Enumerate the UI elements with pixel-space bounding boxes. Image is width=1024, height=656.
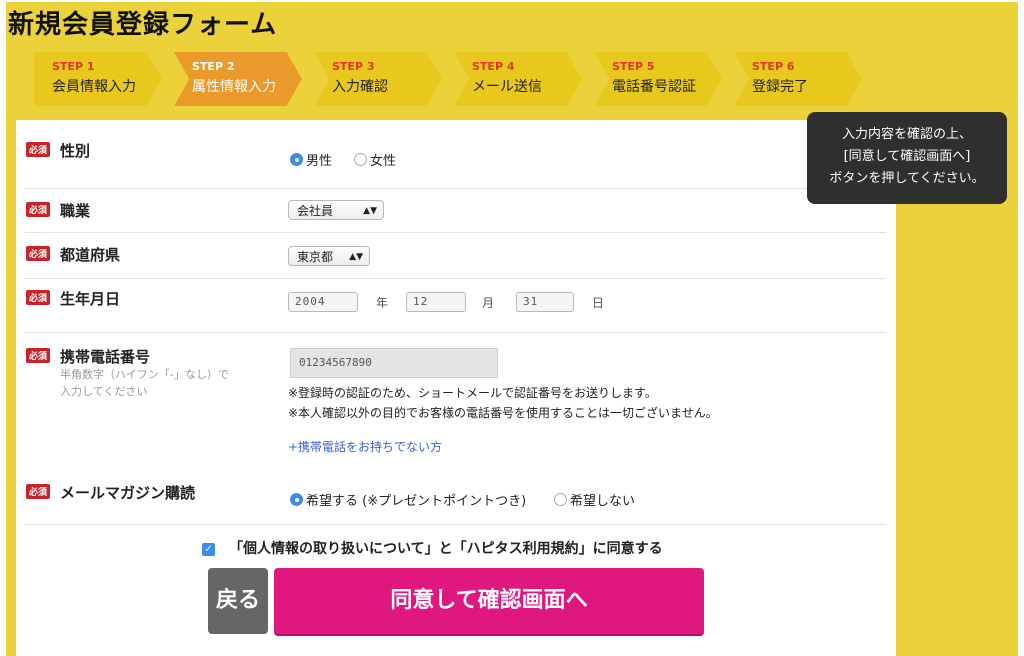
- step-1: STEP 1 会員情報入力: [34, 52, 162, 106]
- step-label: 会員情報入力: [52, 79, 136, 95]
- gender-option-female[interactable]: 女性: [354, 150, 396, 169]
- agreement-checkbox[interactable]: ✓: [202, 542, 215, 556]
- magazine-label: メールマガジン購読: [60, 484, 196, 502]
- step-number: STEP 1: [52, 60, 95, 73]
- phone-note-2: ※本人確認以外の目的でお客様の電話番号を使用することは一切ございません。: [288, 406, 718, 420]
- phone-help-text: 半角数字（ハイフン「-」なし）で 入力してください: [60, 368, 229, 398]
- step-label: メール送信: [472, 79, 542, 95]
- prefecture-select[interactable]: 東京都 ▲▼: [288, 246, 370, 266]
- occupation-select[interactable]: 会社員 ▲▼: [288, 200, 384, 220]
- step-label: 属性情報入力: [192, 79, 276, 95]
- required-badge: 必須: [26, 290, 51, 305]
- birth-month-select[interactable]: 12: [406, 292, 466, 312]
- radio-unselected[interactable]: [554, 493, 567, 506]
- radio-unselected[interactable]: [354, 153, 367, 166]
- gender-option-male[interactable]: 男性: [290, 150, 332, 169]
- divider: [24, 188, 886, 189]
- birth-day-select[interactable]: 31: [516, 292, 574, 312]
- required-badge: 必須: [26, 484, 51, 499]
- step-label: 入力確認: [332, 79, 388, 95]
- step-number: STEP 3: [332, 60, 375, 73]
- prefecture-label: 都道府県: [60, 246, 121, 264]
- year-unit: 年: [376, 296, 389, 310]
- phone-note-1: ※登録時の認証のため、ショートメールで認証番号をお送りします。: [288, 386, 657, 400]
- no-mobile-phone-link[interactable]: +携帯電話をお持ちでない方: [288, 438, 442, 455]
- agreement-text: 「個人情報の取り扱いについて」と「ハピタス利用規約」に同意する: [229, 541, 663, 557]
- agreement-row[interactable]: ✓ 「個人情報の取り扱いについて」と「ハピタス利用規約」に同意する: [202, 538, 663, 558]
- magazine-option-unsubscribe[interactable]: 希望しない: [554, 490, 635, 509]
- divider: [24, 332, 886, 333]
- divider: [24, 524, 886, 525]
- step-5: STEP 5 電話番号認証: [594, 52, 722, 106]
- divider: [24, 278, 886, 279]
- gender-label: 性別: [60, 142, 91, 160]
- required-badge: 必須: [26, 142, 51, 157]
- step-6: STEP 6 登録完了: [734, 52, 862, 106]
- back-button[interactable]: 戻る: [208, 568, 268, 634]
- step-3: STEP 3 入力確認: [314, 52, 442, 106]
- birthdate-label: 生年月日: [60, 290, 121, 308]
- step-label: 登録完了: [752, 79, 808, 95]
- occupation-label: 職業: [60, 202, 91, 220]
- radio-selected[interactable]: [290, 153, 303, 166]
- step-number: STEP 2: [192, 60, 235, 73]
- instruction-tooltip: 入力内容を確認の上、 [同意して確認画面へ] ボタンを押してください。: [807, 112, 1007, 204]
- step-number: STEP 4: [472, 60, 515, 73]
- month-unit: 月: [482, 296, 495, 310]
- step-label: 電話番号認証: [612, 79, 696, 95]
- phone-label: 携帯電話番号: [60, 348, 151, 366]
- select-arrows-icon: ▲▼: [363, 206, 377, 216]
- select-arrows-icon: ▲▼: [349, 252, 363, 262]
- divider: [24, 232, 886, 233]
- radio-selected[interactable]: [290, 493, 303, 506]
- step-number: STEP 6: [752, 60, 795, 73]
- magazine-option-subscribe[interactable]: 希望する (※プレゼントポイントつき): [290, 490, 526, 509]
- agree-and-confirm-button[interactable]: 同意して確認画面へ: [274, 568, 704, 634]
- required-badge: 必須: [26, 348, 51, 363]
- required-badge: 必須: [26, 202, 51, 217]
- step-4: STEP 4 メール送信: [454, 52, 582, 106]
- required-badge: 必須: [26, 246, 51, 261]
- birth-year-select[interactable]: 2004: [288, 292, 358, 312]
- step-number: STEP 5: [612, 60, 655, 73]
- page-title: 新規会員登録フォーム: [8, 10, 278, 40]
- form-panel: 必須 性別 男性 女性 必須 職業 会社員 ▲▼ 必須 都道府県 東京都 ▲▼ 必須…: [16, 120, 896, 656]
- day-unit: 日: [592, 296, 605, 310]
- phone-input[interactable]: 01234567890: [290, 348, 498, 378]
- step-2: STEP 2 属性情報入力: [174, 52, 302, 106]
